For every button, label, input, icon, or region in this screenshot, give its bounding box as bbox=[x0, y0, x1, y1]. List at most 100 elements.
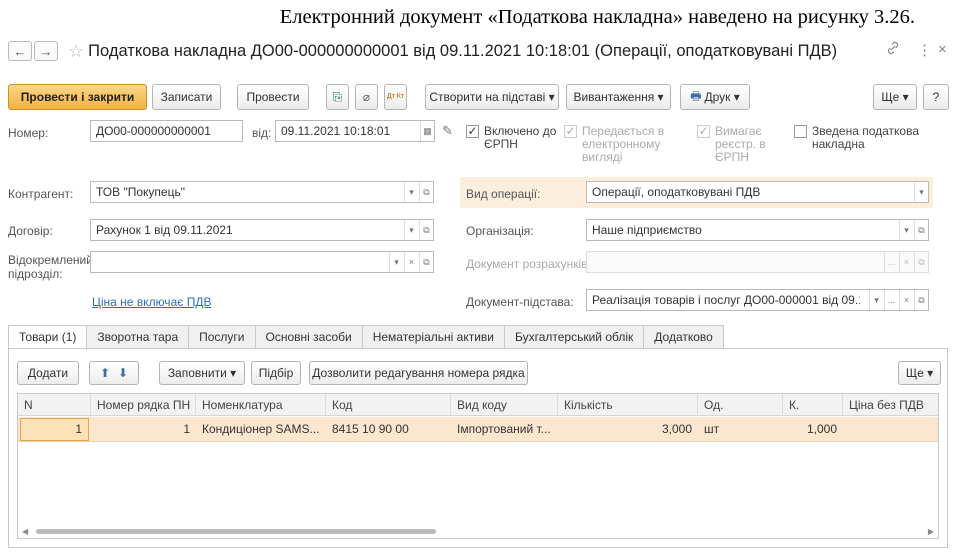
attach-icon[interactable]: ⌀ bbox=[355, 84, 378, 110]
back-icon[interactable]: ← bbox=[8, 41, 32, 61]
tab-fixed-assets[interactable]: Основні засоби bbox=[254, 325, 363, 349]
column-header-line-number[interactable]: Номер рядка ПН bbox=[91, 394, 196, 416]
structure-icon[interactable]: ⎘ bbox=[326, 84, 349, 110]
tab-goods[interactable]: Товари (1) bbox=[8, 325, 88, 350]
settlement-document-field: ... × ⧉ bbox=[586, 251, 929, 273]
arrow-down-icon[interactable]: ⬇ bbox=[118, 366, 128, 380]
tab-accounting[interactable]: Бухгалтерський облік bbox=[503, 325, 645, 349]
contract-field[interactable]: Рахунок 1 від 09.11.2021 ▾ ⧉ bbox=[90, 219, 434, 241]
date-label: від: bbox=[252, 126, 272, 140]
base-document-value: Реалізація товарів і послуг ДО00-000001 … bbox=[592, 293, 860, 307]
chevron-down-icon[interactable]: ▾ bbox=[404, 220, 418, 240]
tab-additional[interactable]: Додатково bbox=[643, 325, 724, 349]
table-row[interactable]: 1 1 Кондиціонер SAMS... 8415 10 90 00 Ім… bbox=[18, 417, 938, 442]
base-document-label: Документ-підстава: bbox=[466, 295, 574, 309]
horizontal-scrollbar[interactable]: ◀ ▶ bbox=[18, 524, 938, 538]
calendar-icon[interactable]: ▦ bbox=[420, 121, 434, 141]
add-row-button[interactable]: Додати bbox=[17, 361, 79, 385]
requires-registration-label: Вимагає реєстр. в ЄРПН bbox=[715, 124, 766, 164]
open-icon[interactable]: ⧉ bbox=[914, 220, 928, 240]
requires-registration-checkbox: ✓ Вимагає реєстр. в ЄРПН bbox=[697, 125, 787, 164]
window-title: Податкова накладна ДО00-000000000001 від… bbox=[88, 41, 838, 60]
chevron-down-icon[interactable]: ▾ bbox=[404, 182, 418, 202]
checkbox-box[interactable] bbox=[794, 125, 807, 138]
unloading-button[interactable]: Вивантаження ▾ bbox=[566, 84, 671, 110]
allow-line-number-edit-button[interactable]: Дозволити редагування номера рядка bbox=[309, 361, 528, 385]
cell-unit[interactable]: шт bbox=[698, 417, 783, 442]
column-header-code-type[interactable]: Вид коду bbox=[451, 394, 558, 416]
column-header-unit[interactable]: Од. bbox=[698, 394, 783, 416]
print-label: Друк ▾ bbox=[704, 90, 740, 104]
post-button[interactable]: Провести bbox=[237, 84, 309, 110]
base-document-field[interactable]: Реалізація товарів і послуг ДО00-000001 … bbox=[586, 289, 929, 311]
subdivision-label: Відокремлений підрозділ: bbox=[8, 253, 93, 281]
tab-intangible-assets[interactable]: Нематеріальні активи bbox=[361, 325, 505, 349]
more-button[interactable]: Ще ▾ bbox=[873, 84, 917, 110]
edit-icon[interactable]: ✎ bbox=[442, 124, 453, 138]
help-button[interactable]: ? bbox=[923, 84, 949, 110]
chevron-down-icon[interactable]: ▾ bbox=[869, 290, 883, 310]
chevron-down-icon[interactable]: ▾ bbox=[899, 220, 913, 240]
open-icon[interactable]: ⧉ bbox=[914, 290, 928, 310]
counterparty-field[interactable]: ТОВ "Покупець" ▾ ⧉ bbox=[90, 181, 434, 203]
goods-table[interactable]: N Номер рядка ПН Номенклатура Код Вид ко… bbox=[17, 393, 939, 539]
column-header-price-without-vat[interactable]: Ціна без ПДВ bbox=[843, 394, 938, 416]
settlement-document-label: Документ розрахунків: bbox=[466, 257, 591, 271]
consolidated-invoice-label: Зведена податкова накладна bbox=[812, 124, 919, 151]
operation-type-select[interactable]: Операції, оподатковувані ПДВ ▾ bbox=[586, 181, 929, 203]
date-value: 09.11.2021 10:18:01 bbox=[281, 124, 391, 138]
forward-icon[interactable]: → bbox=[34, 41, 58, 61]
checkbox-box[interactable]: ✓ bbox=[466, 125, 479, 138]
counterparty-value: ТОВ "Покупець" bbox=[96, 185, 185, 199]
arrow-up-icon[interactable]: ⬆ bbox=[100, 366, 110, 380]
print-button[interactable]: 🖶 Друк ▾ bbox=[680, 84, 750, 110]
link-icon[interactable] bbox=[886, 41, 900, 59]
fill-button[interactable]: Заповнити ▾ bbox=[159, 361, 245, 385]
tab-returnable-packaging[interactable]: Зворотна тара bbox=[86, 325, 190, 349]
contract-label: Договір: bbox=[8, 224, 53, 238]
chevron-down-icon[interactable]: ▾ bbox=[914, 182, 928, 202]
scroll-left-icon[interactable]: ◀ bbox=[22, 527, 28, 536]
open-icon[interactable]: ⧉ bbox=[419, 182, 433, 202]
included-erpn-checkbox[interactable]: ✓ Включено до ЄРПН bbox=[466, 125, 564, 151]
price-excludes-vat-link[interactable]: Ціна не включає ПДВ bbox=[92, 295, 211, 309]
consolidated-invoice-checkbox[interactable]: Зведена податкова накладна bbox=[794, 125, 942, 151]
operation-type-label: Вид операції: bbox=[466, 187, 541, 201]
favorite-star-icon[interactable]: ☆ bbox=[68, 41, 84, 62]
clear-icon[interactable]: × bbox=[404, 252, 418, 272]
cell-code-type[interactable]: Імпортований т... bbox=[451, 417, 558, 442]
menu-icon[interactable]: ⋮ bbox=[917, 41, 932, 59]
organization-field[interactable]: Наше підприємство ▾ ⧉ bbox=[586, 219, 929, 241]
cell-nomenclature[interactable]: Кондиціонер SAMS... bbox=[196, 417, 326, 442]
dt-kt-icon[interactable]: Дт Кт bbox=[384, 84, 407, 110]
electronic-transfer-label: Передається в електронному вигляді bbox=[582, 124, 665, 164]
chevron-down-icon[interactable]: ▾ bbox=[389, 252, 403, 272]
column-header-quantity[interactable]: Кількість bbox=[558, 394, 698, 416]
scroll-right-icon[interactable]: ▶ bbox=[928, 527, 934, 536]
date-field[interactable]: 09.11.2021 10:18:01 ▦ bbox=[275, 120, 435, 142]
save-button[interactable]: Записати bbox=[152, 84, 221, 110]
cell-quantity[interactable]: 3,000 bbox=[558, 417, 698, 442]
create-based-on-button[interactable]: Створити на підставі ▾ bbox=[425, 84, 559, 110]
number-field[interactable]: ДО00-000000000001 bbox=[90, 120, 243, 142]
cell-n[interactable]: 1 bbox=[20, 418, 89, 441]
pick-button[interactable]: Підбір bbox=[251, 361, 301, 385]
column-header-nomenclature[interactable]: Номенклатура bbox=[196, 394, 326, 416]
cell-coefficient[interactable]: 1,000 bbox=[783, 417, 843, 442]
subdivision-field[interactable]: ▾ × ⧉ bbox=[90, 251, 434, 273]
close-icon[interactable]: × bbox=[938, 41, 947, 58]
table-more-button[interactable]: Ще ▾ bbox=[898, 361, 941, 385]
post-and-close-button[interactable]: Провести і закрити bbox=[8, 84, 147, 110]
clear-icon[interactable]: × bbox=[899, 290, 913, 310]
dots-icon[interactable]: ... bbox=[884, 290, 898, 310]
cell-price-without-vat[interactable] bbox=[843, 417, 938, 442]
cell-line-number[interactable]: 1 bbox=[91, 417, 196, 442]
open-icon[interactable]: ⧉ bbox=[419, 220, 433, 240]
scroll-thumb[interactable] bbox=[36, 529, 436, 534]
open-icon[interactable]: ⧉ bbox=[419, 252, 433, 272]
tab-services[interactable]: Послуги bbox=[188, 325, 256, 349]
column-header-code[interactable]: Код bbox=[326, 394, 451, 416]
cell-code[interactable]: 8415 10 90 00 bbox=[326, 417, 451, 442]
column-header-coefficient[interactable]: К. bbox=[783, 394, 843, 416]
column-header-n[interactable]: N bbox=[18, 394, 91, 416]
